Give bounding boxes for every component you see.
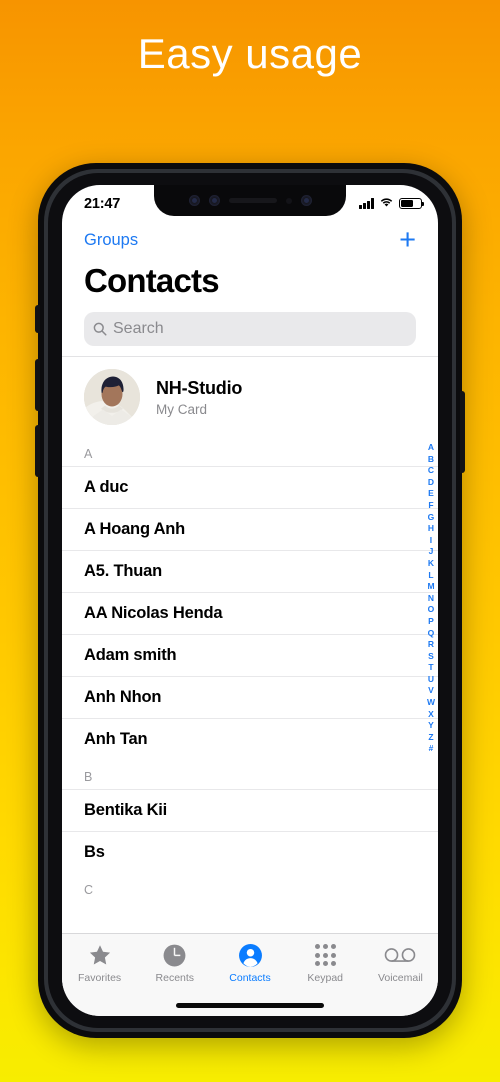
alpha-index-letter[interactable]: J [429, 546, 434, 558]
tab-label: Favorites [78, 972, 122, 984]
alpha-index-letter[interactable]: Z [428, 732, 433, 744]
dot-projector-icon [300, 195, 312, 206]
alpha-index-letter[interactable]: Y [428, 720, 434, 732]
alpha-index-letter[interactable]: E [428, 488, 434, 500]
avatar [84, 369, 140, 425]
tab-label: Recents [155, 972, 195, 984]
search-container: Search [62, 308, 438, 356]
clock-icon [162, 942, 187, 968]
alpha-index-letter[interactable]: R [428, 639, 434, 651]
contact-row[interactable]: AA Nicolas Henda [62, 592, 438, 634]
tab-voicemail[interactable]: Voicemail [363, 942, 438, 984]
alpha-index-letter[interactable]: V [428, 685, 434, 697]
alpha-index-letter[interactable]: F [428, 500, 433, 512]
alpha-index-letter[interactable]: B [428, 454, 434, 466]
alpha-index-letter[interactable]: O [428, 604, 435, 616]
tab-label: Voicemail [377, 972, 423, 984]
front-camera-lens-icon [188, 195, 200, 206]
contacts-list[interactable]: NH-Studio My Card A A duc A Hoang Anh A5. T… [62, 356, 438, 941]
section-header: B [84, 770, 93, 784]
contact-row[interactable]: A duc [62, 466, 438, 508]
my-card-subtitle: My Card [156, 401, 208, 417]
search-input[interactable]: Search [84, 312, 416, 346]
groups-button[interactable]: Groups [84, 231, 138, 250]
status-indicators [359, 195, 425, 213]
alphabet-index[interactable]: A B C D E F G H I J K L M N O P Q R S T U V W X Y Z # [427, 442, 435, 755]
alpha-index-letter[interactable]: U [428, 674, 434, 686]
contact-row[interactable]: Adam smith [62, 634, 438, 676]
my-card-row[interactable]: NH-Studio My Card [62, 356, 438, 437]
contact-row[interactable]: Bentika Kii [62, 789, 438, 831]
proximity-sensor-icon [285, 197, 292, 204]
search-placeholder: Search [113, 320, 164, 337]
section-header: C [84, 883, 94, 897]
tab-keypad[interactable]: Keypad [288, 942, 363, 984]
contact-row[interactable]: Bs [62, 831, 438, 873]
alpha-index-letter[interactable]: Q [428, 628, 435, 640]
alpha-index-letter[interactable]: X [428, 709, 434, 721]
phone-device-frame: 21:47 Groups + Contacts Search NH-Studio… [35, 163, 465, 1038]
alpha-index-letter[interactable]: N [428, 593, 434, 605]
tab-contacts[interactable]: Contacts [212, 942, 287, 984]
alpha-index-letter[interactable]: D [428, 477, 434, 489]
contact-row[interactable]: Anh Tan [62, 718, 438, 760]
contact-row[interactable]: A5. Thuan [62, 550, 438, 592]
contact-row[interactable]: A Hoang Anh [62, 508, 438, 550]
status-time: 21:47 [84, 195, 121, 212]
cellular-bars-icon [359, 198, 374, 209]
user-photo-avatar-icon [84, 369, 140, 425]
earpiece-speaker [228, 198, 277, 203]
navigation-bar: Groups + [62, 218, 438, 255]
alpha-index-letter[interactable]: A [428, 442, 434, 454]
page-title: Contacts [84, 262, 220, 299]
alpha-index-letter[interactable]: K [428, 558, 434, 570]
person-circle-icon [238, 942, 263, 968]
add-contact-button[interactable]: + [399, 226, 416, 255]
volume-up-button[interactable] [35, 359, 40, 411]
power-button[interactable] [460, 391, 465, 473]
my-card-text: NH-Studio My Card [156, 378, 242, 417]
silent-switch-button[interactable] [35, 305, 40, 333]
alpha-index-letter[interactable]: P [428, 616, 434, 628]
keypad-grid-icon [314, 942, 336, 968]
alpha-index-letter[interactable]: H [428, 523, 434, 535]
tab-favorites[interactable]: Favorites [62, 942, 137, 984]
tab-label: Contacts [229, 972, 271, 984]
phone-screen: 21:47 Groups + Contacts Search NH-Studio… [62, 185, 438, 1016]
alpha-index-letter[interactable]: W [427, 697, 435, 709]
alpha-index-letter[interactable]: I [430, 535, 432, 547]
infrared-camera-icon [208, 195, 220, 206]
tab-label: Keypad [307, 972, 344, 984]
device-notch [154, 185, 346, 216]
keypad-grid-icon [314, 944, 336, 966]
tab-recents[interactable]: Recents [137, 942, 212, 984]
contacts-sections: A A duc A Hoang Anh A5. Thuan AA Nicolas Hen… [62, 437, 438, 902]
alpha-index-letter[interactable]: # [429, 743, 434, 755]
section-header: A [84, 447, 93, 461]
home-indicator[interactable] [176, 1003, 324, 1008]
alpha-index-letter[interactable]: S [428, 651, 434, 663]
alpha-index-letter[interactable]: C [428, 465, 434, 477]
alpha-index-letter[interactable]: G [428, 512, 435, 524]
contact-row[interactable]: Anh Nhon [62, 676, 438, 718]
voicemail-icon [384, 942, 416, 968]
star-icon [87, 942, 113, 968]
alpha-index-letter[interactable]: M [427, 581, 434, 593]
search-icon [93, 322, 107, 336]
wifi-icon [379, 195, 394, 213]
battery-icon [399, 197, 425, 210]
page-headline: Easy usage [137, 30, 363, 77]
volume-down-button[interactable] [35, 425, 40, 477]
alpha-index-letter[interactable]: L [428, 570, 433, 582]
my-card-name: NH-Studio [156, 377, 243, 398]
alpha-index-letter[interactable]: T [428, 662, 433, 674]
